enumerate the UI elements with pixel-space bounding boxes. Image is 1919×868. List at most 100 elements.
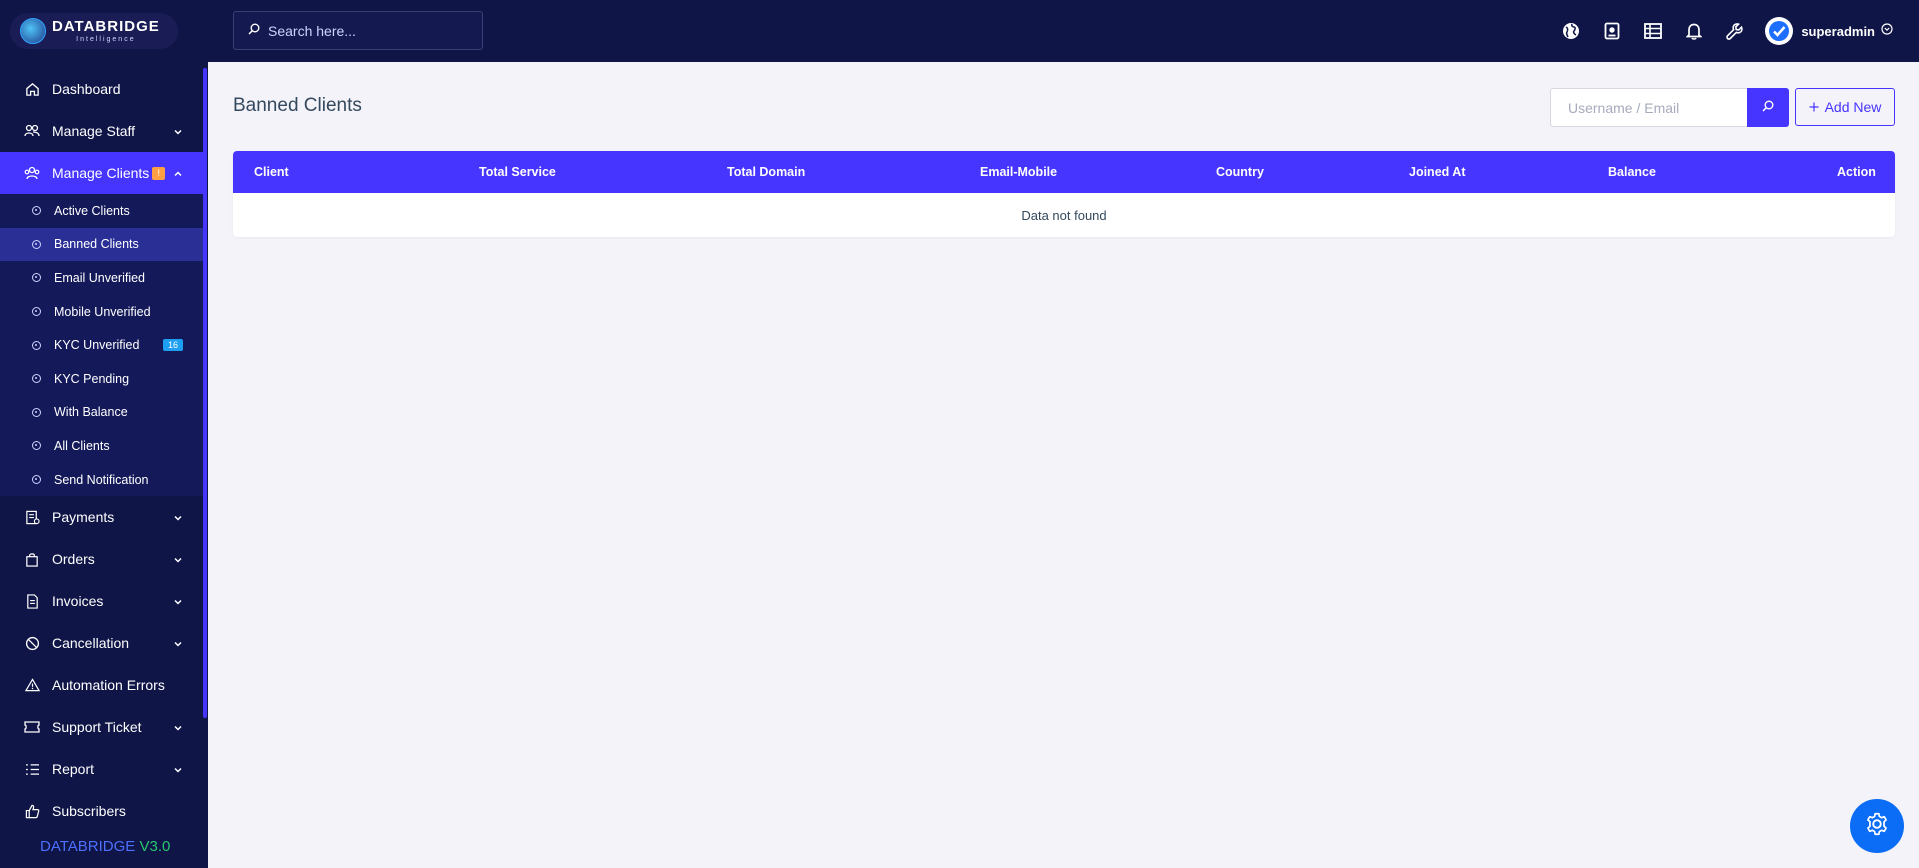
- circle-dot-icon: [32, 407, 41, 417]
- count-badge: 16: [162, 339, 183, 352]
- list-icon[interactable]: [1632, 11, 1673, 52]
- chevron-down-icon: [173, 720, 183, 736]
- circle-dot-icon: [32, 307, 41, 317]
- column-header-client: Client: [254, 165, 289, 179]
- manage-clients-submenu: Active Clients Banned Clients Email Unve…: [0, 194, 203, 497]
- client-filter: [1550, 88, 1789, 127]
- page-title: Banned Clients: [233, 95, 362, 116]
- chevron-down-icon: [173, 552, 183, 568]
- chevron-down-icon: [173, 594, 183, 610]
- circle-dot-icon: [32, 475, 41, 485]
- ban-icon: [24, 635, 40, 651]
- column-header-joined-at: Joined At: [1409, 165, 1466, 179]
- global-search: [233, 11, 483, 50]
- circle-dot-icon: [32, 441, 41, 451]
- chevron-up-icon: [173, 166, 183, 182]
- sidebar-subitem-label: Active Clients: [54, 203, 130, 218]
- chevron-down-icon: [173, 124, 183, 140]
- search-icon: [1762, 100, 1774, 115]
- sidebar-item-manage-staff[interactable]: Manage Staff: [0, 110, 203, 152]
- circle-dot-icon: [32, 273, 41, 283]
- chevron-down-circle-icon: [1881, 22, 1893, 40]
- sidebar-item-support-ticket[interactable]: Support Ticket: [0, 706, 203, 748]
- warning-badge: !: [152, 166, 166, 180]
- sidebar-subitem-active-clients[interactable]: Active Clients: [0, 194, 203, 228]
- top-navbar: superadmin: [208, 0, 1919, 62]
- sidebar-item-report[interactable]: Report: [0, 748, 203, 790]
- logo-text: DATABRIDGE: [52, 18, 160, 35]
- sidebar-subitem-label: Banned Clients: [54, 237, 139, 252]
- sidebar-item-label: Subscribers: [52, 803, 126, 820]
- column-header-total-service: Total Service: [479, 165, 556, 179]
- sidebar-subitem-send-notification[interactable]: Send Notification: [0, 463, 203, 497]
- sidebar-subitem-kyc-unverified[interactable]: KYC Unverified 16: [0, 328, 203, 362]
- search-input[interactable]: [268, 22, 468, 39]
- chevron-down-icon: [173, 636, 183, 652]
- sidebar-subitem-mobile-unverified[interactable]: Mobile Unverified: [0, 295, 203, 329]
- plus-icon: [1809, 99, 1819, 115]
- sidebar-item-label: Payments: [52, 509, 115, 526]
- sidebar-item-automation-errors[interactable]: Automation Errors: [0, 664, 203, 706]
- gear-icon: [1864, 811, 1890, 842]
- circle-dot-icon: [32, 206, 41, 216]
- sidebar-item-label: Support Ticket: [52, 719, 142, 736]
- column-header-action: Action: [1837, 165, 1876, 179]
- shopping-bag-icon: [24, 551, 40, 567]
- chevron-down-icon: [173, 762, 183, 778]
- sidebar-item-cancellation[interactable]: Cancellation: [0, 622, 203, 664]
- sidebar-item-label: Automation Errors: [52, 677, 165, 694]
- add-new-label: Add New: [1824, 99, 1882, 115]
- sidebar-subitem-label: Mobile Unverified: [54, 304, 151, 319]
- sidebar-item-invoices[interactable]: Invoices: [0, 580, 203, 622]
- sidebar-subitem-kyc-pending[interactable]: KYC Pending: [0, 362, 203, 396]
- table-empty-row: Data not found: [233, 193, 1895, 237]
- sidebar-item-label: Manage Staff: [52, 123, 136, 139]
- sidebar-subitem-label: Send Notification: [54, 472, 149, 487]
- wrench-icon[interactable]: [1714, 11, 1755, 52]
- thumbs-up-icon: [24, 803, 40, 819]
- sidebar: DATABRIDGE Intelligence Dashboard Manage…: [0, 0, 208, 868]
- users-icon: [24, 123, 40, 139]
- logo[interactable]: DATABRIDGE Intelligence: [0, 0, 208, 62]
- circle-dot-icon: [32, 374, 41, 384]
- sidebar-subitem-label: All Clients: [54, 438, 110, 453]
- sidebar-item-payments[interactable]: Payments: [0, 496, 203, 538]
- column-header-country: Country: [1216, 165, 1264, 179]
- sidebar-item-label: Report: [52, 761, 95, 778]
- logo-subtext: Intelligence: [76, 36, 136, 43]
- column-header-balance: Balance: [1608, 165, 1656, 179]
- warning-triangle-icon: [24, 677, 40, 693]
- sidebar-scrollbar[interactable]: [203, 68, 207, 718]
- version-label: DATABRIDGE V3.0: [40, 838, 170, 855]
- sidebar-subitem-all-clients[interactable]: All Clients: [0, 429, 203, 463]
- circle-dot-icon: [32, 340, 41, 350]
- version-brand: DATABRIDGE: [40, 838, 136, 855]
- chevron-down-icon: [173, 510, 183, 526]
- user-menu[interactable]: superadmin: [1765, 17, 1893, 45]
- sidebar-subitem-banned-clients[interactable]: Banned Clients: [0, 227, 203, 262]
- sidebar-item-subscribers[interactable]: Subscribers: [0, 790, 203, 832]
- sidebar-item-manage-clients[interactable]: Manage Clients !: [0, 152, 203, 194]
- avatar: [1765, 17, 1794, 45]
- username-email-search-input[interactable]: [1550, 88, 1747, 127]
- bell-icon[interactable]: [1673, 11, 1714, 52]
- column-header-email-mobile: Email-Mobile: [980, 165, 1058, 179]
- add-new-button[interactable]: Add New: [1795, 88, 1895, 126]
- sidebar-item-label: Cancellation: [52, 635, 130, 652]
- sidebar-item-label: Orders: [52, 551, 95, 568]
- settings-fab-button[interactable]: [1850, 799, 1904, 853]
- globe-icon[interactable]: [1550, 11, 1591, 52]
- sidebar-item-orders[interactable]: Orders: [0, 538, 203, 580]
- payments-icon: [24, 509, 40, 525]
- sidebar-subitem-email-unverified[interactable]: Email Unverified: [0, 261, 203, 295]
- sidebar-subitem-with-balance[interactable]: With Balance: [0, 396, 203, 430]
- sidebar-item-label: Dashboard: [52, 81, 121, 97]
- sidebar-menu: Dashboard Manage Staff Manage Clients !: [0, 68, 203, 832]
- version-number: V3.0: [139, 838, 171, 855]
- table-header: Client Total Service Total Domain Email-…: [233, 151, 1895, 193]
- invoice-icon: [24, 593, 40, 609]
- column-header-total-domain: Total Domain: [727, 165, 806, 179]
- sidebar-item-dashboard[interactable]: Dashboard: [0, 68, 203, 110]
- filter-search-button[interactable]: [1747, 88, 1789, 127]
- portfolio-icon[interactable]: [1591, 11, 1632, 52]
